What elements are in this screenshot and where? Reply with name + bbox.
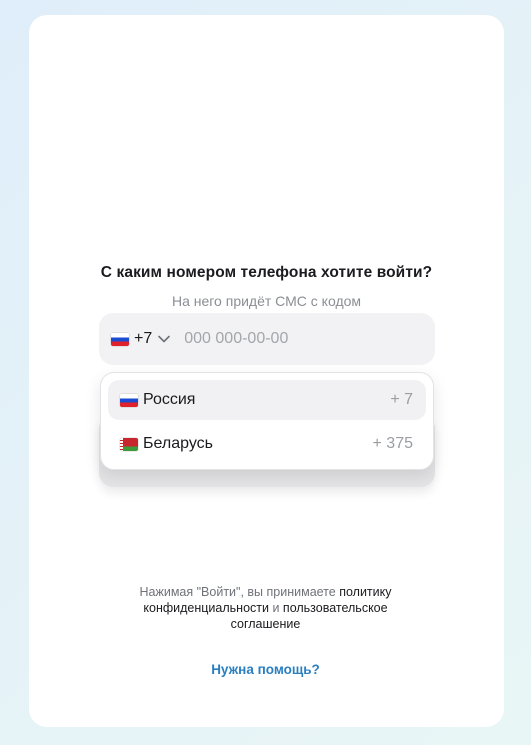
privacy-policy-link[interactable]: политику bbox=[339, 585, 391, 599]
page-title: С каким номером телефона хотите войти? bbox=[100, 264, 433, 281]
terms-and: и bbox=[268, 601, 283, 615]
country-option-russia[interactable]: Россия + 7 bbox=[108, 380, 426, 420]
country-dial-code: + 7 bbox=[390, 391, 413, 408]
terms-prefix: Нажимая "Войти", вы принимаете bbox=[139, 585, 340, 599]
terms-text: Нажимая "Войти", вы принимаете политику к… bbox=[0, 584, 531, 632]
chevron-down-icon bbox=[158, 335, 171, 343]
flag-russia-icon bbox=[120, 393, 138, 407]
country-code-value: +7 bbox=[134, 330, 153, 347]
flag-russia-icon bbox=[111, 332, 129, 346]
flag-belarus-icon bbox=[120, 437, 138, 451]
phone-field: +7 bbox=[99, 313, 435, 365]
country-option-belarus[interactable]: Беларусь + 375 bbox=[108, 424, 426, 464]
country-code-select[interactable]: +7 bbox=[111, 330, 184, 348]
user-agreement-link[interactable]: пользовательское bbox=[283, 601, 388, 615]
help-link[interactable]: Нужна помощь? bbox=[0, 662, 531, 677]
country-name: Беларусь bbox=[143, 435, 213, 452]
user-agreement-link-cont[interactable]: соглашение bbox=[231, 617, 301, 631]
country-dial-code: + 375 bbox=[372, 435, 413, 452]
page-subtitle: На него придёт СМС с кодом bbox=[171, 293, 362, 309]
phone-input[interactable] bbox=[184, 330, 435, 348]
privacy-policy-link-cont[interactable]: конфиденциальности bbox=[143, 601, 269, 615]
country-name: Россия bbox=[143, 391, 196, 408]
country-dropdown: Россия + 7 Беларусь + 375 bbox=[100, 372, 434, 470]
